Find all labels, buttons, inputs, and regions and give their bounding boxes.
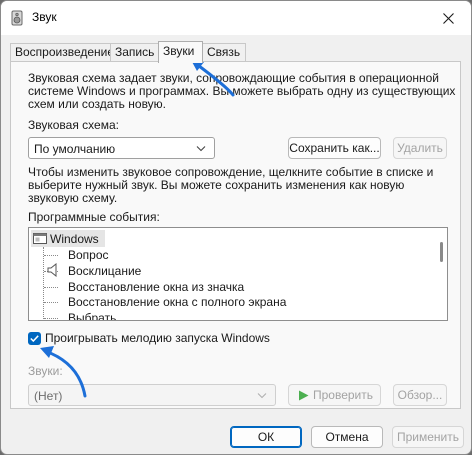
ok-button[interactable]: ОК — [230, 426, 302, 448]
scheme-label: Звуковая схема: — [28, 118, 119, 132]
list-item-restore-from-icon[interactable]: Восстановление окна из значка — [68, 279, 244, 295]
checkmark-icon — [30, 335, 39, 342]
sounds-label: Звуки: — [28, 364, 63, 378]
test-sound-label: Проверить — [313, 388, 374, 402]
save-as-button[interactable]: Сохранить как... — [288, 137, 381, 159]
tree-connector — [43, 247, 44, 320]
tree-connector — [44, 302, 58, 303]
delete-button[interactable]: Удалить — [393, 137, 447, 159]
change-hint-line-3: звуковую схему. — [28, 191, 118, 205]
tab-playback[interactable]: Воспроизведение — [10, 43, 114, 62]
startup-sound-checkbox[interactable] — [28, 332, 41, 345]
tree-connector — [44, 287, 58, 288]
list-item-question[interactable]: Вопрос — [68, 247, 109, 263]
close-icon — [442, 12, 454, 24]
list-item-restore-from-fullscreen[interactable]: Восстановление окна с полного экрана — [68, 294, 286, 310]
chevron-down-icon — [257, 393, 267, 399]
cancel-button[interactable]: Отмена — [311, 426, 383, 448]
scheme-select[interactable]: По умолчанию — [28, 137, 215, 159]
chevron-down-icon — [196, 146, 206, 152]
list-item-windows[interactable]: Windows — [31, 230, 105, 247]
close-button[interactable] — [425, 1, 471, 35]
tree-connector — [44, 255, 58, 256]
startup-sound-label[interactable]: Проигрывать мелодию запуска Windows — [45, 331, 270, 346]
speaker-icon — [47, 263, 57, 277]
window-icon — [33, 233, 47, 244]
speaker-app-icon — [11, 10, 23, 26]
title-bar[interactable]: Звук — [1, 1, 471, 35]
sound-file-select[interactable]: (Нет) — [28, 384, 276, 406]
sound-file-select-value: (Нет) — [34, 389, 63, 403]
program-events-list[interactable]: Windows Вопрос Восклицание Восстановлени… — [28, 227, 448, 321]
list-item-label: Windows — [50, 232, 99, 246]
scheme-description-line-3: схем или создать новую. — [28, 97, 167, 111]
test-sound-button[interactable]: Проверить — [288, 384, 381, 406]
apply-button[interactable]: Применить — [392, 426, 464, 448]
list-item-exclamation[interactable]: Восклицание — [68, 263, 141, 279]
sound-dialog-window: Звук Воспроизведение Запись Звуки Связь … — [0, 0, 472, 455]
list-scrollbar-thumb[interactable] — [440, 242, 443, 262]
list-item-select[interactable]: Выбрать — [68, 310, 116, 320]
play-icon — [299, 390, 309, 401]
tab-recording[interactable]: Запись — [110, 43, 159, 62]
scheme-select-value: По умолчанию — [34, 142, 116, 156]
browse-button[interactable]: Обзор... — [393, 384, 447, 406]
tree-connector — [44, 318, 58, 319]
tab-sounds[interactable]: Звуки — [158, 41, 203, 63]
tab-communications[interactable]: Связь — [202, 43, 246, 62]
window-title: Звук — [32, 10, 57, 24]
program-events-label: Программные события: — [28, 210, 160, 224]
